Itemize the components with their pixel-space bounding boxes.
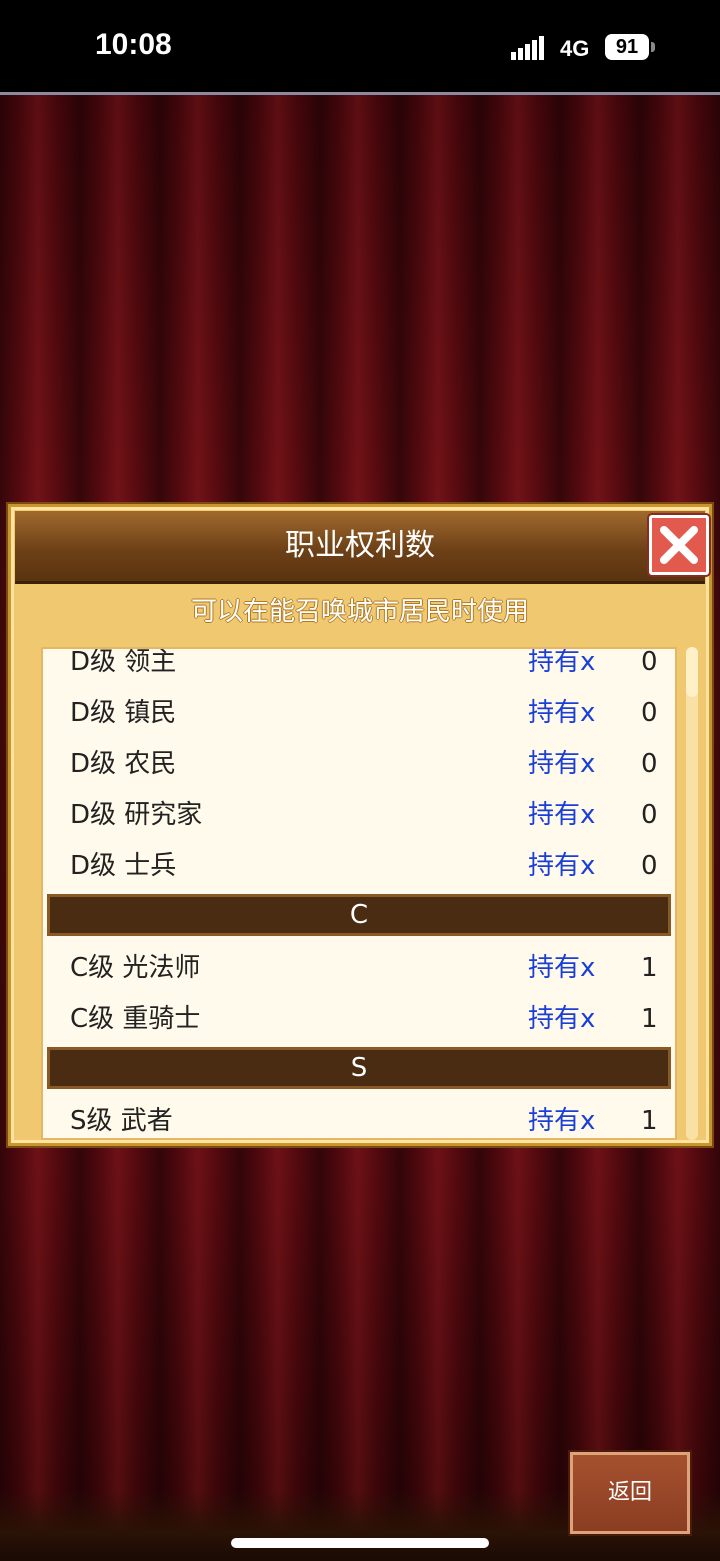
- back-button[interactable]: 返回: [570, 1452, 690, 1534]
- dialog-title: 职业权利数: [285, 528, 435, 563]
- list-item: C级 光法师 持有x 1: [43, 943, 675, 994]
- dialog-header: 职业权利数: [15, 511, 709, 584]
- battery-icon: 91: [605, 34, 649, 60]
- own-label: 持有x: [528, 749, 596, 779]
- job-name: C级 重骑士: [70, 1004, 201, 1034]
- job-list[interactable]: D级 领主 持有x 0 D级 镇民 持有x 0 D级 农民 持有x 0 D级 研…: [41, 647, 677, 1140]
- list-item: D级 士兵 持有x 0: [43, 841, 675, 892]
- list-item: D级 农民 持有x 0: [43, 739, 675, 790]
- own-label: 持有x: [528, 1004, 596, 1034]
- job-count: 1: [641, 1106, 658, 1136]
- job-count: 1: [641, 1004, 658, 1034]
- job-name: D级 农民: [70, 749, 177, 779]
- list-item: S级 武者 持有x 1: [43, 1096, 675, 1138]
- job-rights-dialog: 职业权利数 可以在能召唤城市居民时使用 D级 领主 持有x 0 D级 镇民 持有…: [8, 504, 712, 1146]
- network-type: 4G: [560, 36, 590, 61]
- job-count: 0: [641, 698, 658, 728]
- section-header-c: C: [47, 894, 671, 936]
- job-name: D级 领主: [70, 647, 177, 677]
- job-count: 0: [641, 647, 658, 677]
- job-count: 0: [641, 851, 658, 881]
- job-name: D级 研究家: [70, 800, 203, 830]
- close-button[interactable]: [649, 515, 709, 575]
- list-scrollbar[interactable]: [686, 647, 698, 1140]
- job-name: D级 镇民: [70, 698, 177, 728]
- job-name: C级 光法师: [70, 953, 201, 983]
- own-label: 持有x: [528, 698, 596, 728]
- scroll-thumb[interactable]: [686, 647, 698, 697]
- job-name: S级 武者: [70, 1106, 173, 1136]
- own-label: 持有x: [528, 800, 596, 830]
- status-bar: 10:08 4G 91: [0, 0, 720, 92]
- job-count: 1: [641, 953, 658, 983]
- close-icon: [660, 526, 698, 564]
- signal-icon: [511, 36, 544, 60]
- section-header-s: S: [47, 1047, 671, 1089]
- list-item: D级 领主 持有x 0: [43, 647, 675, 688]
- list-item: D级 镇民 持有x 0: [43, 688, 675, 739]
- dialog-subtitle: 可以在能召唤城市居民时使用: [190, 597, 529, 627]
- home-indicator[interactable]: [231, 1538, 489, 1548]
- job-name: D级 士兵: [70, 851, 177, 881]
- own-label: 持有x: [528, 851, 596, 881]
- battery-tip: [651, 42, 655, 52]
- own-label: 持有x: [528, 953, 596, 983]
- list-item: D级 研究家 持有x 0: [43, 790, 675, 841]
- own-label: 持有x: [528, 1106, 596, 1136]
- own-label: 持有x: [528, 647, 596, 677]
- job-count: 0: [641, 749, 658, 779]
- list-item: C级 重骑士 持有x 1: [43, 994, 675, 1045]
- status-time: 10:08: [95, 28, 172, 61]
- job-count: 0: [641, 800, 658, 830]
